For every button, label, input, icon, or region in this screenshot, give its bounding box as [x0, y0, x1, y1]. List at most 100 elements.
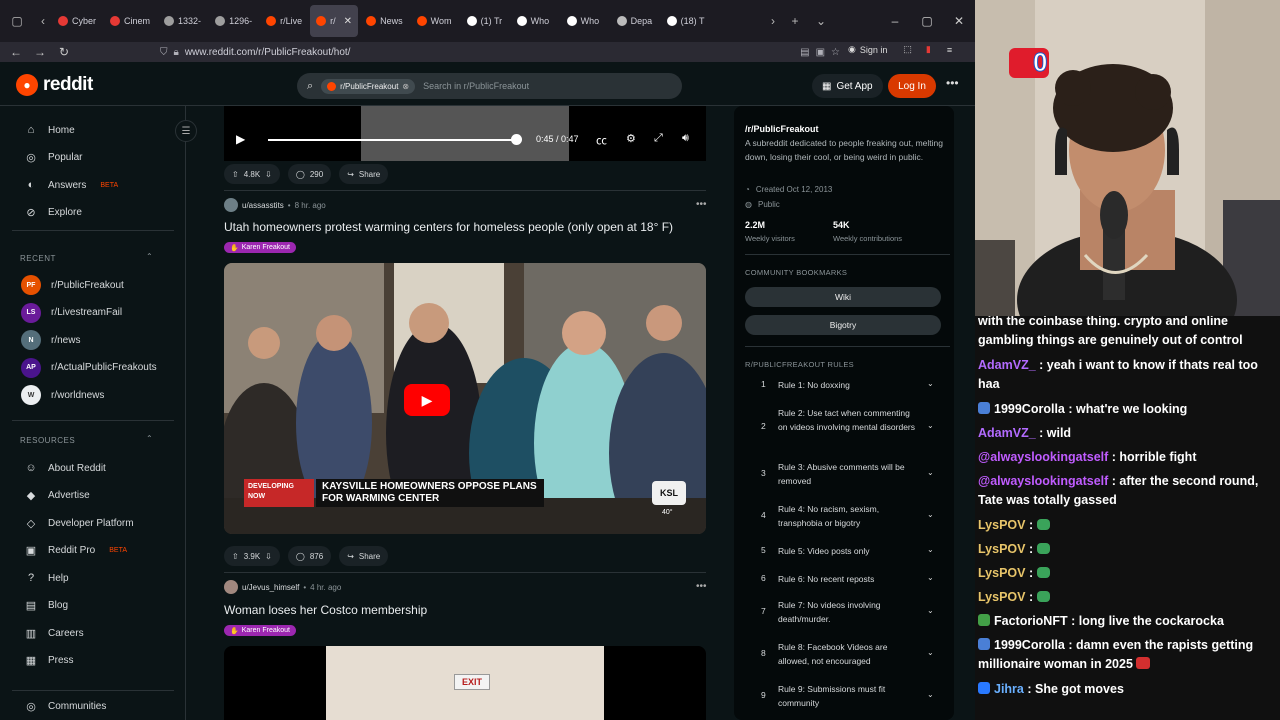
tab-1[interactable]: Cinem — [104, 5, 156, 37]
sidebar-item-press[interactable]: ▦ Press — [24, 650, 74, 672]
captions-icon[interactable]: ㏄ — [596, 132, 607, 148]
chevron-down-icon[interactable]: ⌄ — [927, 510, 934, 519]
rule-item[interactable]: 7 Rule 7: No videos involving death/murde… — [745, 598, 941, 626]
rule-item[interactable]: 5 Rule 5: Video posts only ⌄ — [745, 544, 941, 558]
forward-icon[interactable]: → — [28, 42, 52, 62]
bookmark-bigotry-button[interactable]: Bigotry — [745, 315, 941, 335]
downvote-icon[interactable]: ⇩ — [265, 170, 272, 179]
rule-item[interactable]: 8 Rule 8: Facebook Videos are allowed, no… — [745, 640, 941, 668]
url-bar[interactable]: ⛉ 🔒︎ www.reddit.com/r/PublicFreakout/hot… — [160, 43, 840, 61]
video-embed[interactable]: EXIT — [224, 646, 706, 720]
tab-11[interactable]: Depa — [611, 5, 659, 37]
new-tab-icon[interactable]: + — [782, 0, 808, 42]
play-icon[interactable]: ▶ — [236, 132, 245, 146]
chip-remove-icon[interactable]: ⊗ — [402, 82, 409, 91]
extensions-icon[interactable]: ⬚ — [903, 44, 912, 55]
tab-6[interactable]: News — [360, 5, 409, 37]
video-progress-handle[interactable] — [511, 134, 522, 145]
sidebar-item-r-actualpublicfreakouts[interactable]: AP r/ActualPublicFreakouts — [21, 357, 157, 379]
tab-9[interactable]: Who — [511, 5, 559, 37]
chevron-up-icon[interactable]: ⌃ — [146, 434, 153, 443]
chevron-down-icon[interactable]: ⌄ — [927, 545, 934, 554]
sidebar-item-help[interactable]: ? Help — [24, 567, 69, 589]
tab-close-icon[interactable]: ✕ — [344, 16, 352, 27]
tab-7[interactable]: Wom — [411, 5, 459, 37]
chat-username[interactable]: LysPOV — [978, 518, 1025, 532]
sidebar-item-explore[interactable]: ⊘ Explore — [24, 202, 82, 224]
comments-button[interactable]: ◯ 876 — [287, 546, 332, 566]
avatar[interactable] — [224, 580, 238, 594]
rule-item[interactable]: 2 Rule 2: Use tact when commenting on vid… — [745, 406, 941, 448]
bookmark-star-icon[interactable]: ☆ — [831, 47, 840, 58]
chat-username[interactable]: AdamVZ_ — [978, 358, 1036, 372]
tab-list-icon[interactable]: ⌄ — [808, 0, 834, 42]
bookmark-wiki-button[interactable]: Wiki — [745, 287, 941, 307]
chevron-up-icon[interactable]: ⌃ — [146, 252, 153, 261]
settings-gear-icon[interactable]: ⚙ — [626, 132, 636, 145]
get-app-button[interactable]: ▦ Get App — [812, 74, 883, 98]
tab-8[interactable]: (1) Tr — [461, 5, 509, 37]
sidebar-item-r-news[interactable]: Nr/news — [21, 329, 80, 351]
video-progress-bar[interactable] — [268, 139, 516, 141]
chevron-down-icon[interactable]: ⌄ — [927, 468, 934, 477]
chat-username[interactable]: Jihra — [994, 682, 1024, 696]
chat-username[interactable]: @alwayslookingatself — [978, 474, 1108, 488]
back-icon[interactable]: ← — [4, 42, 28, 62]
comments-button[interactable]: ◯ 290 — [287, 164, 332, 184]
sidebar-item-r-livestreamfail[interactable]: LS r/LivestreamFail — [21, 302, 122, 324]
share-button[interactable]: ↪ Share — [339, 164, 389, 184]
sidebar-item-about-reddit[interactable]: ☺ About Reddit — [24, 457, 105, 479]
sidebar-item-reddit-pro[interactable]: ▣ Reddit Pro BETA — [24, 540, 127, 562]
rule-item[interactable]: 6 Rule 6: No recent reposts ⌄ — [745, 572, 941, 586]
sidebar-item-careers[interactable]: ▥ Careers — [24, 622, 84, 644]
chevron-down-icon[interactable]: ⌄ — [927, 421, 934, 430]
sidebar-item-blog[interactable]: ▤ Blog — [24, 595, 68, 617]
volume-icon[interactable]: 🔊︎ — [682, 132, 689, 145]
reload-icon[interactable]: ↻ — [52, 42, 76, 62]
post-flair[interactable]: ✋ Karen Freakout — [224, 625, 296, 636]
chevron-down-icon[interactable]: ⌄ — [927, 573, 934, 582]
chevron-down-icon[interactable]: ⌄ — [927, 648, 934, 657]
rule-item[interactable]: 3 Rule 3: Abusive comments will be remove… — [745, 460, 941, 488]
tab-5[interactable]: r/ ✕ — [310, 5, 359, 37]
reddit-logo[interactable]: ● reddit — [16, 74, 93, 96]
post-title[interactable]: Utah homeowners protest warming centers … — [224, 220, 673, 234]
post-title[interactable]: Woman loses her Costco membership — [224, 603, 427, 617]
tab-3[interactable]: 1296- — [209, 5, 258, 37]
upvote-icon[interactable]: ⇧ — [232, 170, 239, 179]
more-options-icon[interactable]: ••• — [946, 76, 959, 90]
chat-username[interactable]: LysPOV — [978, 590, 1025, 604]
chevron-down-icon[interactable]: ⌄ — [927, 379, 934, 388]
youtube-play-button[interactable]: ▶ — [404, 384, 450, 416]
tab-overview-icon[interactable]: ▢ — [0, 0, 34, 42]
chat-username[interactable]: 1999Corolla — [994, 638, 1065, 652]
close-window-icon[interactable]: ✕ — [943, 0, 975, 42]
tab-0[interactable]: Cyber — [52, 5, 102, 37]
chevron-down-icon[interactable]: ⌄ — [927, 606, 934, 615]
fullscreen-icon[interactable]: ⤢ — [654, 132, 663, 145]
post-author[interactable]: u/assasstits — [242, 201, 284, 210]
sidebar-item-home[interactable]: ⌂ Home — [24, 119, 75, 141]
tab-4[interactable]: r/Live — [260, 5, 308, 37]
sidebar-item-advertise[interactable]: ◆ Advertise — [24, 485, 90, 507]
search-subreddit-chip[interactable]: r/PublicFreakout ⊗ — [321, 78, 416, 94]
minimize-icon[interactable]: – — [879, 0, 911, 42]
rule-item[interactable]: 4 Rule 4: No racism, sexism, transphobia … — [745, 502, 941, 530]
post-more-icon[interactable]: ••• — [696, 199, 707, 210]
downvote-icon[interactable]: ⇩ — [265, 552, 272, 561]
menu-icon[interactable]: ≡ — [947, 45, 952, 55]
sidebar-item-communities[interactable]: ◎ Communities — [24, 695, 106, 717]
tab-2[interactable]: 1332- — [158, 5, 207, 37]
tabs-scroll-right-icon[interactable]: › — [764, 0, 782, 42]
recent-header[interactable]: RECENT — [20, 254, 56, 263]
tab-12[interactable]: (18) T — [661, 5, 711, 37]
post-more-icon[interactable]: ••• — [696, 581, 707, 592]
search-input[interactable]: ⌕ r/PublicFreakout ⊗ Search in r/PublicF… — [297, 73, 682, 99]
rule-item[interactable]: 9 Rule 9: Submissions must fit community ⌄ — [745, 682, 941, 710]
share-button[interactable]: ↪ Share — [339, 546, 389, 566]
chat-username[interactable]: LysPOV — [978, 542, 1025, 556]
upvote-icon[interactable]: ⇧ — [232, 552, 239, 561]
tabs-scroll-left-icon[interactable]: ‹ — [34, 0, 52, 42]
extension-badge-icon[interactable]: ▮ — [926, 44, 931, 55]
video-embed[interactable]: DEVELOPING NOW KAYSVILLE HOMEOWNERS OPPO… — [224, 263, 706, 534]
